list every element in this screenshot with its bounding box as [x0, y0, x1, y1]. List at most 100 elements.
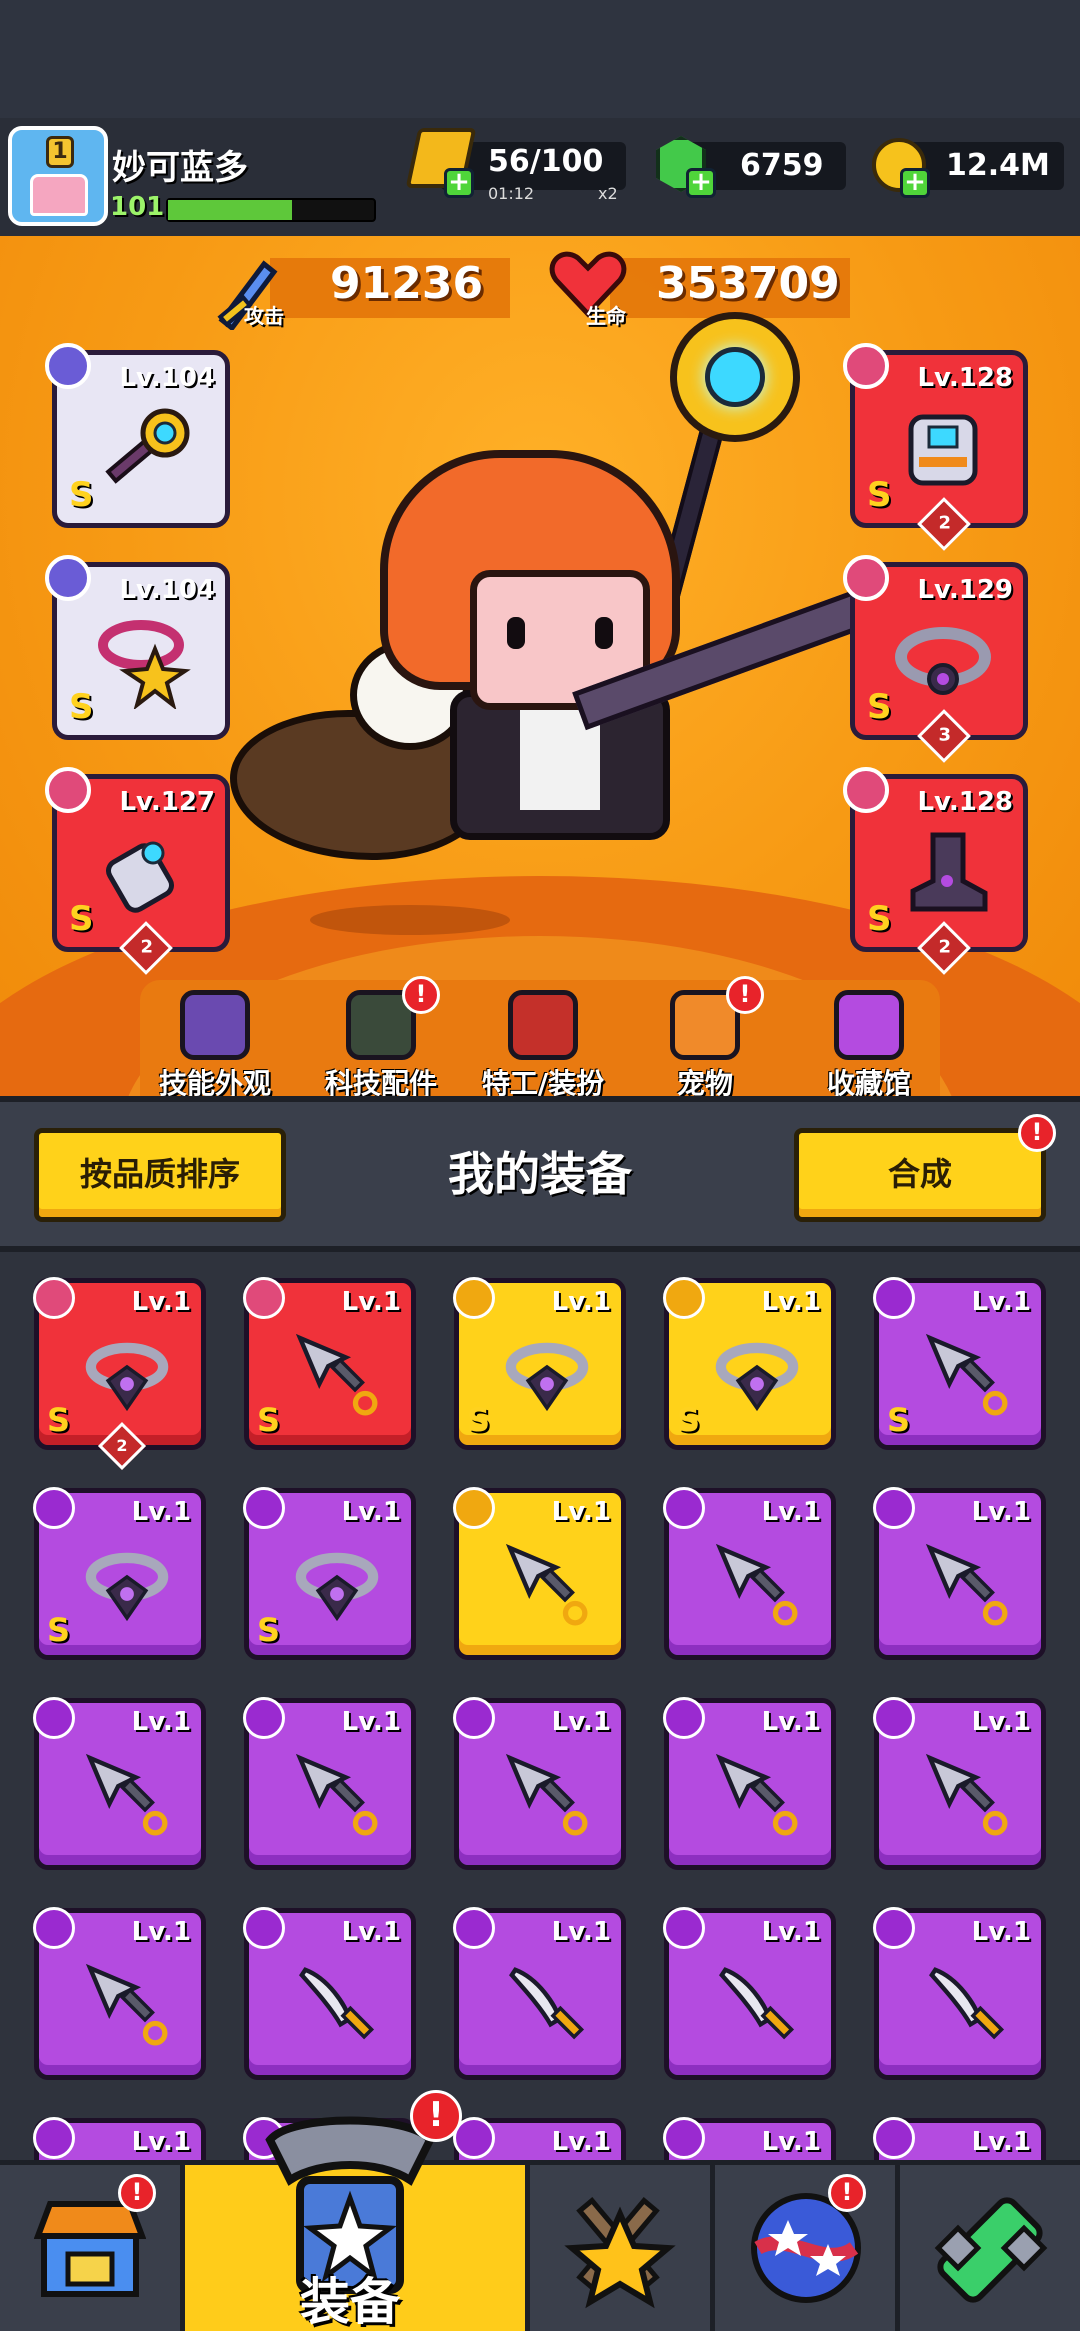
- inventory-item[interactable]: Lv.1: [663, 1907, 836, 2080]
- equipped-boots-slot[interactable]: Lv.128 S 2: [843, 767, 1028, 975]
- item-level: Lv.1: [971, 1497, 1031, 1527]
- item-type-icon: [873, 2117, 915, 2159]
- gear-staff-icon: [105, 408, 190, 484]
- inventory-item[interactable]: Lv.1 S: [243, 1277, 416, 1450]
- gem-ring-icon: [505, 1342, 589, 1412]
- inventory-item[interactable]: Lv.1 S 2: [33, 1277, 206, 1471]
- inventory-item[interactable]: Lv.1: [33, 1907, 206, 2080]
- item-type-icon: [873, 1487, 915, 1529]
- gloves-grade: S: [69, 899, 94, 939]
- item-grade: S: [887, 1401, 911, 1439]
- inventory-item[interactable]: Lv.1 S: [663, 1277, 836, 1450]
- item-type-icon: [663, 1277, 705, 1319]
- feature-alert-badge: !: [402, 976, 440, 1014]
- inventory-item[interactable]: Lv.1: [453, 2117, 626, 2160]
- equipment-grid[interactable]: Lv.1 S 2 Lv.1 S Lv.1 S Lv.1 S Lv.1 S Lv.1 S Lv.1 S Lv.1…: [0, 1252, 1080, 2160]
- inventory-item[interactable]: Lv.1: [663, 1487, 836, 1660]
- item-level: Lv.1: [971, 2127, 1031, 2157]
- equipment-tab-label: 装备: [300, 2273, 400, 2331]
- item-level: Lv.1: [761, 1287, 821, 1317]
- item-level: Lv.1: [551, 1707, 611, 1737]
- item-level: Lv.1: [131, 1707, 191, 1737]
- inventory-item[interactable]: Lv.1 S: [453, 1277, 626, 1450]
- inventory-item[interactable]: Lv.1: [453, 1487, 626, 1660]
- feature-button-1[interactable]: 科技配件!: [316, 976, 446, 1102]
- equipped-belt-slot[interactable]: Lv.129 S 3: [843, 555, 1028, 763]
- inventory-item[interactable]: Lv.1 S: [33, 1487, 206, 1660]
- inventory-item[interactable]: Lv.1: [243, 1907, 416, 2080]
- inventory-item[interactable]: Lv.1 S: [873, 1277, 1046, 1450]
- item-level: Lv.1: [971, 1917, 1031, 1947]
- inventory-item[interactable]: Lv.1: [453, 1907, 626, 2080]
- item-level: Lv.1: [971, 1707, 1031, 1737]
- item-level: Lv.1: [761, 1497, 821, 1527]
- equipped-gloves-slot[interactable]: Lv.127 S 2: [45, 767, 230, 975]
- equipped-necklace-slot[interactable]: Lv.104 S: [45, 555, 230, 740]
- necklace-type-icon: [45, 555, 91, 601]
- gem-ring-icon: [85, 1552, 169, 1622]
- gem-ring-icon: [295, 1552, 379, 1622]
- belt-icon: [895, 627, 991, 695]
- inventory-item[interactable]: Lv.1: [663, 2117, 836, 2160]
- shop-icon: [34, 2201, 146, 2297]
- add-energy-button[interactable]: +: [444, 168, 474, 198]
- feature-button-0[interactable]: 技能外观: [150, 990, 280, 1102]
- agent-icon: [508, 990, 578, 1060]
- inventory-item[interactable]: Lv.1 S: [243, 1487, 416, 1660]
- health-label: 生命: [586, 304, 626, 328]
- feature-button-2[interactable]: 特工/装扮: [478, 990, 608, 1102]
- item-type-icon: [453, 1487, 495, 1529]
- item-level: Lv.1: [551, 2127, 611, 2157]
- inventory-item[interactable]: Lv.1: [33, 1697, 206, 1870]
- cake-icon: [30, 174, 88, 216]
- equipped-weapon-slot[interactable]: Lv.104 S: [45, 343, 230, 528]
- collection-icon: [834, 990, 904, 1060]
- star-necklace-icon: [98, 620, 191, 709]
- item-type-icon: [453, 1907, 495, 1949]
- item-level: Lv.1: [761, 1917, 821, 1947]
- kunai-icon: [925, 1543, 1008, 1626]
- item-type-icon: [663, 1907, 705, 1949]
- item-grade: S: [467, 1401, 491, 1439]
- equipment-tab-alert-badge: !: [410, 2090, 462, 2142]
- player-level: 101: [110, 192, 165, 222]
- item-level: Lv.1: [341, 1917, 401, 1947]
- feature-button-3[interactable]: 宠物!: [640, 976, 770, 1102]
- item-type-icon: [33, 2117, 75, 2159]
- skin-icon: [180, 990, 250, 1060]
- player-avatar[interactable]: 1: [8, 126, 108, 226]
- item-type-icon: [243, 1697, 285, 1739]
- gloves-type-icon: [45, 767, 91, 813]
- weapon-type-icon: [45, 343, 91, 389]
- merge-alert-badge: !: [1018, 1114, 1056, 1152]
- armor-icon: [908, 414, 978, 486]
- attack-label: 攻击: [244, 304, 284, 328]
- inventory-item[interactable]: Lv.1: [873, 1697, 1046, 1870]
- inventory-item[interactable]: Lv.1: [873, 1907, 1046, 2080]
- necklace-level: Lv.104: [119, 575, 215, 605]
- saber-icon: [719, 1967, 795, 2040]
- equipped-armor-slot[interactable]: Lv.128 S 2: [843, 343, 1028, 551]
- belt-level: Lv.129: [917, 575, 1013, 605]
- item-type-icon: [33, 1487, 75, 1529]
- feature-button-4[interactable]: 收藏馆: [804, 990, 934, 1102]
- saber-icon: [509, 1967, 585, 2040]
- add-gems-button[interactable]: +: [686, 168, 716, 198]
- kunai-icon: [85, 1753, 168, 1836]
- inventory-item[interactable]: Lv.1: [873, 1487, 1046, 1660]
- boots-level: Lv.128: [917, 787, 1013, 817]
- armor-grade: S: [867, 475, 892, 515]
- inventory-item[interactable]: Lv.1: [453, 1697, 626, 1870]
- inventory-item[interactable]: Lv.1: [243, 1697, 416, 1870]
- item-level: Lv.1: [341, 1287, 401, 1317]
- inventory-item[interactable]: Lv.1: [33, 2117, 206, 2160]
- belt-grade: S: [867, 687, 892, 727]
- attack-value: 91236: [330, 258, 484, 309]
- sort-by-quality-button[interactable]: 按品质排序: [34, 1128, 286, 1222]
- inventory-item[interactable]: Lv.1: [663, 1697, 836, 1870]
- saber-icon: [299, 1967, 375, 2040]
- inventory-item[interactable]: Lv.1: [873, 2117, 1046, 2160]
- item-grade: S: [257, 1611, 281, 1649]
- merge-button[interactable]: 合成: [794, 1128, 1046, 1222]
- add-coins-button[interactable]: +: [900, 168, 930, 198]
